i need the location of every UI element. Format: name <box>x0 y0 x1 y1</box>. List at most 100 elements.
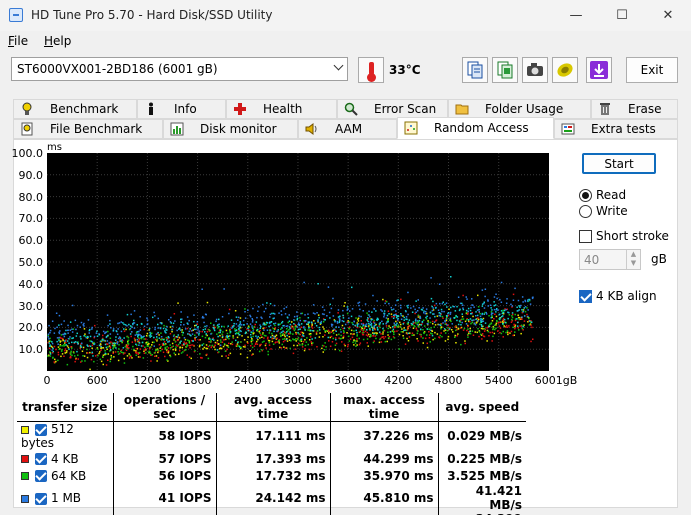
scatter-point <box>109 360 111 363</box>
scatter-point <box>462 307 464 309</box>
write-radio[interactable] <box>579 205 592 218</box>
health-info-button[interactable] <box>552 57 578 83</box>
scatter-point <box>335 338 337 341</box>
short-stroke-checkbox[interactable] <box>579 230 592 243</box>
scatter-point <box>231 343 234 346</box>
scatter-point <box>271 332 273 335</box>
menu-help[interactable]: Help <box>44 34 71 48</box>
scatter-point <box>439 324 442 327</box>
scatter-point <box>63 344 65 346</box>
maximize-button[interactable]: ☐ <box>599 0 645 31</box>
start-button[interactable]: Start <box>582 153 656 174</box>
series-checkbox[interactable] <box>35 453 47 465</box>
short-stroke-spinner[interactable]: 40 ▲ ▼ <box>579 249 641 270</box>
scatter-point <box>430 297 433 300</box>
scatter-point <box>180 318 182 321</box>
scatter-point <box>77 358 79 360</box>
scatter-point <box>492 327 495 329</box>
x-tick-label: 4200 <box>384 374 413 387</box>
scatter-point <box>135 350 137 352</box>
align-4kb-checkbox[interactable] <box>579 290 592 303</box>
minimize-button[interactable]: — <box>553 0 599 31</box>
scatter-point <box>302 340 305 343</box>
scatter-point <box>76 350 78 353</box>
scatter-point <box>342 327 344 330</box>
series-checkbox[interactable] <box>35 492 47 505</box>
scatter-point <box>382 327 384 330</box>
scatter-point <box>415 300 417 302</box>
scatter-point <box>462 294 464 297</box>
scatter-point <box>400 298 402 301</box>
tab-error-scan[interactable]: Error Scan <box>337 99 448 119</box>
scatter-point <box>340 331 342 333</box>
scatter-point <box>380 341 383 343</box>
tab-disk-monitor[interactable]: Disk monitor <box>163 119 298 139</box>
scatter-point <box>196 321 199 323</box>
scatter-point <box>456 305 458 308</box>
tab-benchmark[interactable]: Benchmark <box>13 99 137 119</box>
scatter-point <box>74 319 77 322</box>
scatter-point <box>395 324 398 326</box>
scatter-point <box>467 310 469 313</box>
scatter-point <box>501 312 504 315</box>
tab-random-access[interactable]: Random Access <box>397 117 554 139</box>
scatter-point <box>304 314 306 316</box>
scatter-point <box>375 334 378 336</box>
tab-file-benchmark[interactable]: File Benchmark <box>13 119 163 139</box>
scatter-point <box>299 319 301 322</box>
scatter-point <box>372 294 374 297</box>
series-checkbox[interactable] <box>35 470 47 482</box>
scatter-point <box>303 349 306 352</box>
scatter-point <box>285 306 288 308</box>
scatter-point <box>457 328 460 330</box>
scatter-point <box>58 331 60 334</box>
menu-file[interactable]: File <box>8 34 28 48</box>
scatter-point <box>343 305 345 307</box>
exit-button[interactable]: Exit <box>626 57 678 83</box>
scatter-point <box>505 302 508 304</box>
scatter-point <box>373 319 375 322</box>
screenshot-button[interactable] <box>522 57 548 83</box>
scatter-point <box>523 324 525 326</box>
scatter-point <box>241 335 243 337</box>
scatter-point <box>304 344 307 347</box>
tab-health[interactable]: Health <box>226 99 337 119</box>
save-download-button[interactable] <box>586 57 612 83</box>
scatter-point <box>237 345 239 347</box>
scatter-point <box>271 334 274 337</box>
close-button[interactable]: ✕ <box>645 0 691 31</box>
scatter-point <box>89 328 91 331</box>
series-checkbox[interactable] <box>35 423 47 436</box>
scatter-point <box>260 334 262 336</box>
scatter-point <box>66 340 69 342</box>
scatter-point <box>390 306 392 309</box>
scatter-point <box>482 328 484 330</box>
scatter-point <box>286 331 288 333</box>
copy-text-button[interactable] <box>462 57 488 83</box>
scatter-point <box>346 306 349 308</box>
tab-info[interactable]: Info <box>137 99 226 119</box>
tab-extra-tests[interactable]: Extra tests <box>554 119 678 139</box>
scatter-point <box>360 323 363 325</box>
scatter-point <box>507 311 509 314</box>
scatter-point <box>174 320 176 322</box>
scatter-point <box>208 329 210 331</box>
scatter-point <box>344 323 347 326</box>
scatter-point <box>404 310 407 312</box>
copy-screenshot-button[interactable] <box>492 57 518 83</box>
scatter-point <box>161 344 164 346</box>
scatter-point <box>213 339 215 341</box>
scatter-point <box>321 347 323 350</box>
read-radio[interactable] <box>579 189 592 202</box>
scatter-point <box>434 337 436 340</box>
scatter-point <box>493 324 496 327</box>
scatter-point <box>382 329 385 332</box>
tab-folder-usage[interactable]: Folder Usage <box>448 99 591 119</box>
drive-select[interactable]: ST6000VX001-2BD186 (6001 gB) <box>11 57 348 81</box>
spinner-arrows-icon[interactable]: ▲ ▼ <box>626 250 640 269</box>
scatter-point <box>407 306 409 309</box>
scatter-point <box>268 332 271 334</box>
scatter-point <box>81 350 84 352</box>
tab-erase[interactable]: Erase <box>591 99 678 119</box>
tab-aam[interactable]: AAM <box>298 119 397 139</box>
